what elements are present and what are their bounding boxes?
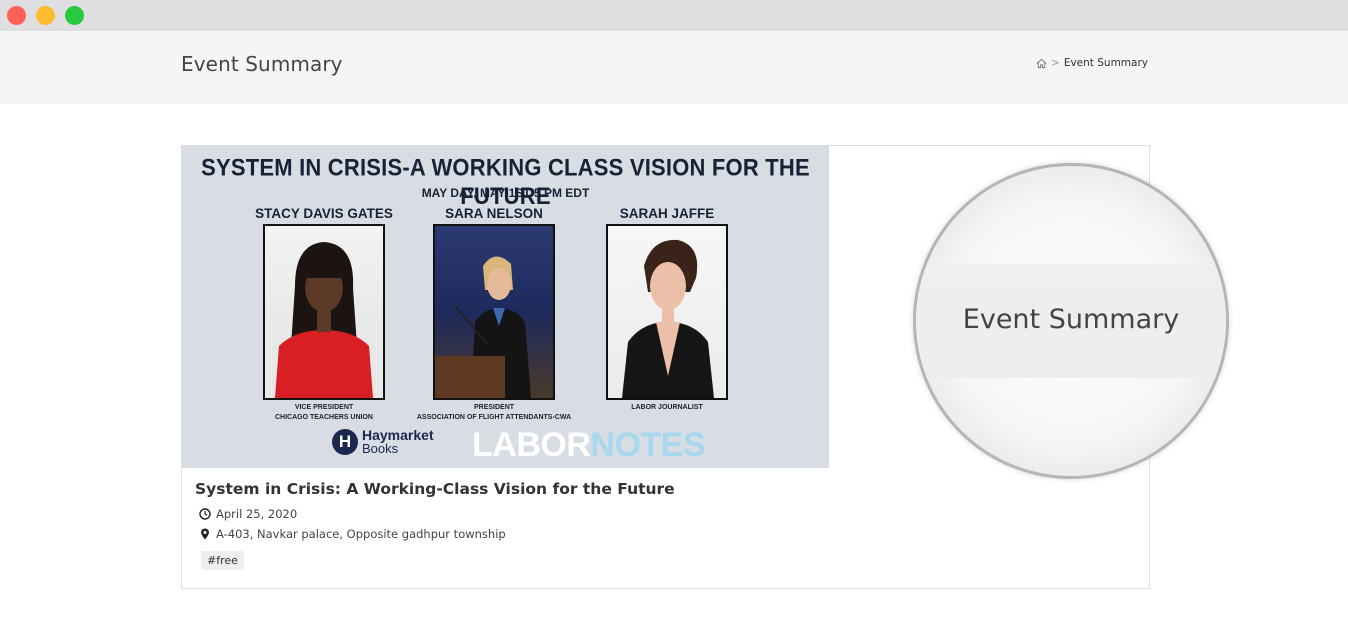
home-icon[interactable] — [1036, 58, 1047, 69]
speaker-name: STACY DAVIS GATES — [255, 206, 393, 221]
publisher-name-line2: Books — [362, 441, 399, 456]
speaker-1: STACY DAVIS GATES VICE PRESIDENT CHICAGO… — [244, 206, 404, 423]
map-pin-icon — [201, 528, 209, 540]
speaker-role-line1: LABOR JOURNALIST — [631, 404, 703, 411]
speaker-name: SARAH JAFFE — [619, 206, 715, 221]
breadcrumb-current: Event Summary — [1063, 57, 1148, 69]
labor-notes-logo: LABORNOTES — [472, 426, 706, 465]
close-window-button[interactable] — [7, 6, 26, 25]
event-date: April 25, 2020 — [216, 507, 298, 521]
sponsor-part1: LABOR — [472, 426, 591, 464]
page-header: Event Summary > Event Summary — [0, 31, 1348, 104]
event-location-row: A-403, Navkar palace, Opposite gadhpur t… — [199, 527, 506, 541]
speaker-role-line2: CHICAGO TEACHERS UNION — [274, 414, 373, 421]
speaker-role-line2: ASSOCIATION OF FLIGHT ATTENDANTS-CWA — [416, 414, 572, 421]
poster-headline: SYSTEM IN CRISIS-A WORKING CLASS VISION … — [201, 153, 810, 210]
breadcrumb-separator: > — [1051, 57, 1060, 69]
speaker-name: SARA NELSON — [445, 206, 543, 221]
event-title[interactable]: System in Crisis: A Working-Class Vision… — [195, 480, 675, 498]
speaker-2: SARA NELSON PRESIDENT ASSOCIATION OF FLI… — [414, 206, 574, 423]
haymarket-books-logo: H Haymarket Books — [332, 428, 434, 456]
sponsor-part2: NOTES — [590, 426, 706, 464]
speaker-role-line1: PRESIDENT — [473, 404, 515, 411]
page-title: Event Summary — [181, 52, 343, 76]
poster-date: MAY DAY, MAY 1ST 5 PM EDT — [421, 186, 590, 200]
event-location: A-403, Navkar palace, Opposite gadhpur t… — [216, 527, 506, 541]
speaker-photo — [606, 224, 728, 400]
speaker-role-line1: VICE PRESIDENT — [294, 404, 354, 411]
window-titlebar — [0, 0, 1348, 31]
event-date-row: April 25, 2020 — [199, 507, 297, 521]
speaker-3: SARAH JAFFE LABOR JOURNALIST — [587, 206, 747, 413]
speaker-photo — [263, 224, 385, 400]
clock-icon — [199, 508, 211, 520]
maximize-window-button[interactable] — [65, 6, 84, 25]
magnifier-text: Event Summary — [962, 304, 1180, 335]
minimize-window-button[interactable] — [36, 6, 55, 25]
event-poster-image[interactable]: SYSTEM IN CRISIS-A WORKING CLASS VISION … — [182, 146, 829, 468]
haymarket-logo-icon: H — [332, 429, 358, 455]
breadcrumb: > Event Summary — [1036, 57, 1148, 69]
event-tag[interactable]: #free — [201, 551, 244, 570]
magnifier-callout: Event Summary — [913, 163, 1229, 479]
speaker-photo — [433, 224, 555, 400]
